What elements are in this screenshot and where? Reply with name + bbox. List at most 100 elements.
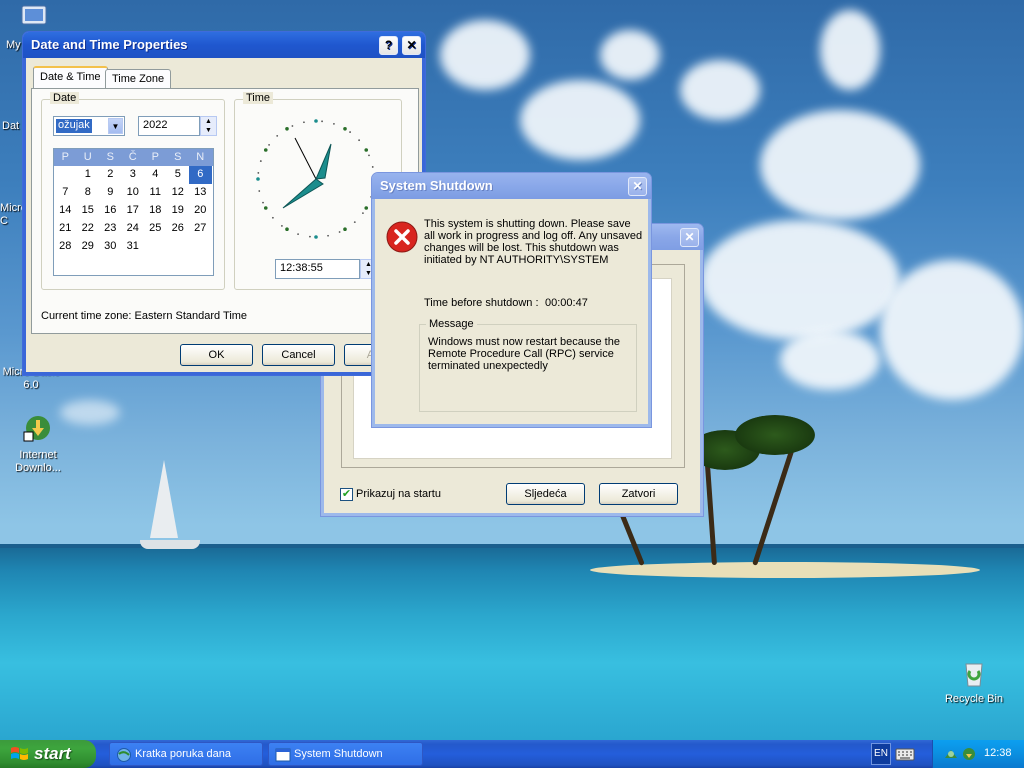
calendar-empty-cell bbox=[189, 238, 212, 256]
calendar-day[interactable]: 2 bbox=[99, 166, 122, 184]
chevron-down-icon[interactable]: ▼ bbox=[108, 118, 123, 134]
desktop-icon-microsoft[interactable]: Micro C bbox=[0, 202, 27, 228]
shutdown-reason: Windows must now restart because the Rem… bbox=[428, 336, 620, 372]
calendar-week-row: 28 29 30 31 bbox=[54, 238, 213, 256]
clock-minute-mark bbox=[257, 172, 260, 174]
clock-minute-mark bbox=[309, 235, 311, 238]
clock-minute-mark bbox=[281, 225, 283, 227]
desktop-icon-internet-download[interactable]: Internet Downlo... bbox=[0, 412, 76, 475]
recycle-bin-icon bbox=[965, 663, 983, 687]
cancel-button[interactable]: Cancel bbox=[262, 344, 335, 366]
shutdown-title: System Shutdown bbox=[380, 178, 493, 193]
calendar-day[interactable]: 27 bbox=[189, 220, 212, 238]
shutdown-close-button[interactable]: ✕ bbox=[628, 177, 647, 196]
error-icon bbox=[386, 221, 418, 253]
calendar-day[interactable]: 21 bbox=[54, 220, 77, 238]
date-time-close-button[interactable]: ✕ bbox=[402, 36, 421, 55]
calendar-day[interactable]: 19 bbox=[167, 202, 190, 220]
calendar-day[interactable]: 24 bbox=[122, 220, 145, 238]
calendar-day[interactable]: 10 bbox=[122, 184, 145, 202]
shutdown-dialog[interactable]: System Shutdown ✕ This system is shuttin… bbox=[371, 172, 652, 428]
next-button[interactable]: Sljedeća bbox=[506, 483, 585, 505]
desktop-icon-recycle-bin[interactable]: Recycle Bin bbox=[936, 656, 1012, 706]
taskbar-clock: 12:38 bbox=[984, 747, 1012, 759]
calendar-week-row: 7 8 9 10 11 12 13 bbox=[54, 184, 213, 202]
clock-minute-mark bbox=[371, 166, 374, 168]
calendar-day[interactable]: 20 bbox=[189, 202, 212, 220]
time-input[interactable]: 12:38:55 ▲ ▼ bbox=[275, 259, 377, 279]
keyboard-icon[interactable] bbox=[895, 746, 915, 762]
taskbar-item-kratka-poruka[interactable]: Kratka poruka dana bbox=[109, 742, 263, 766]
calendar-day[interactable]: 29 bbox=[77, 238, 100, 256]
clock-minute-mark bbox=[262, 201, 264, 204]
start-button[interactable]: start bbox=[0, 740, 96, 768]
clock-minute-mark bbox=[353, 221, 356, 224]
calendar[interactable]: PUSČPSN 1 2 3 4 5 6 7 8 9 10 11 12 13 14 15 16 17 18 19 20 2… bbox=[53, 148, 214, 276]
clock-hour-mark bbox=[263, 206, 268, 210]
tab-time-zone[interactable]: Time Zone bbox=[105, 69, 172, 90]
calendar-day[interactable]: 15 bbox=[77, 202, 100, 220]
download-manager-icon bbox=[23, 416, 50, 442]
shutdown-titlebar[interactable]: System Shutdown ✕ bbox=[372, 173, 651, 199]
calendar-day[interactable]: 11 bbox=[144, 184, 167, 202]
taskbar: start Kratka poruka dana System Shutdown… bbox=[0, 740, 1024, 768]
month-select[interactable]: ožujak ▼ bbox=[53, 116, 125, 136]
countdown-value: 00:00:47 bbox=[545, 297, 588, 309]
calendar-body[interactable]: 1 2 3 4 5 6 7 8 9 10 11 12 13 14 15 16 17 18 19 20 21 22 23 24 2… bbox=[54, 166, 213, 256]
taskbar-item-system-shutdown[interactable]: System Shutdown bbox=[268, 742, 423, 766]
clock-minute-mark bbox=[362, 212, 364, 214]
year-spinner[interactable]: 2022 ▲ ▼ bbox=[138, 116, 217, 136]
calendar-day[interactable]: 16 bbox=[99, 202, 122, 220]
calendar-day[interactable]: 22 bbox=[77, 220, 100, 238]
show-at-startup-checkbox[interactable]: ✔ bbox=[340, 488, 353, 501]
clock-minute-mark bbox=[271, 216, 274, 219]
calendar-day[interactable]: 3 bbox=[122, 166, 145, 184]
calendar-week-row: 21 22 23 24 25 26 27 bbox=[54, 220, 213, 238]
calendar-day[interactable]: 1 bbox=[77, 166, 100, 184]
calendar-day[interactable]: 23 bbox=[99, 220, 122, 238]
clock-minute-mark bbox=[291, 125, 294, 127]
calendar-day[interactable]: 18 bbox=[144, 202, 167, 220]
help-button[interactable]: ? bbox=[379, 36, 398, 55]
tab-date-time[interactable]: Date & Time bbox=[33, 66, 108, 89]
clock-minute-mark bbox=[327, 234, 329, 237]
date-time-window[interactable]: Date and Time Properties ? ✕ Date & Time… bbox=[22, 31, 426, 376]
calendar-day[interactable]: 4 bbox=[144, 166, 167, 184]
calendar-day[interactable]: 30 bbox=[99, 238, 122, 256]
calendar-day[interactable]: 28 bbox=[54, 238, 77, 256]
calendar-day[interactable]: 31 bbox=[122, 238, 145, 256]
close-button[interactable]: Zatvori bbox=[599, 483, 678, 505]
welcome-close-button[interactable]: ✕ bbox=[680, 228, 699, 247]
clock-minute-mark bbox=[276, 134, 279, 137]
clock-minute-mark bbox=[268, 144, 270, 146]
calendar-day[interactable]: 9 bbox=[99, 184, 122, 202]
year-spin-buttons[interactable]: ▲ ▼ bbox=[200, 116, 217, 136]
clock-hour-mark bbox=[343, 227, 347, 232]
calendar-day[interactable]: 8 bbox=[77, 184, 100, 202]
calendar-empty-cell bbox=[54, 166, 77, 184]
analog-clock bbox=[256, 119, 376, 239]
calendar-day[interactable]: 7 bbox=[54, 184, 77, 202]
calendar-day[interactable]: 12 bbox=[167, 184, 190, 202]
clock-hour-mark bbox=[285, 126, 289, 131]
date-time-titlebar[interactable]: Date and Time Properties ? ✕ bbox=[23, 32, 425, 58]
clock-minute-mark bbox=[349, 131, 351, 133]
ok-button[interactable]: OK bbox=[180, 344, 253, 366]
calendar-day[interactable]: 14 bbox=[54, 202, 77, 220]
download-tray-icon[interactable] bbox=[961, 746, 977, 762]
clock-minute-mark bbox=[358, 139, 361, 142]
calendar-empty-cell bbox=[167, 238, 190, 256]
system-tray: 12:38 bbox=[932, 740, 1024, 768]
shutdown-message: This system is shutting down. Please sav… bbox=[424, 218, 643, 266]
calendar-day[interactable]: 13 bbox=[189, 184, 212, 202]
second-hand bbox=[294, 137, 317, 180]
clock-hour-mark bbox=[314, 119, 318, 123]
network-icon[interactable] bbox=[943, 746, 959, 762]
calendar-day[interactable]: 5 bbox=[167, 166, 190, 184]
calendar-day[interactable]: 17 bbox=[122, 202, 145, 220]
language-indicator[interactable]: EN bbox=[871, 743, 891, 765]
calendar-day[interactable]: 26 bbox=[167, 220, 190, 238]
calendar-day[interactable]: 25 bbox=[144, 220, 167, 238]
desktop-icon-date[interactable]: Dat bbox=[2, 120, 24, 133]
calendar-day[interactable]: 6 bbox=[189, 166, 212, 184]
